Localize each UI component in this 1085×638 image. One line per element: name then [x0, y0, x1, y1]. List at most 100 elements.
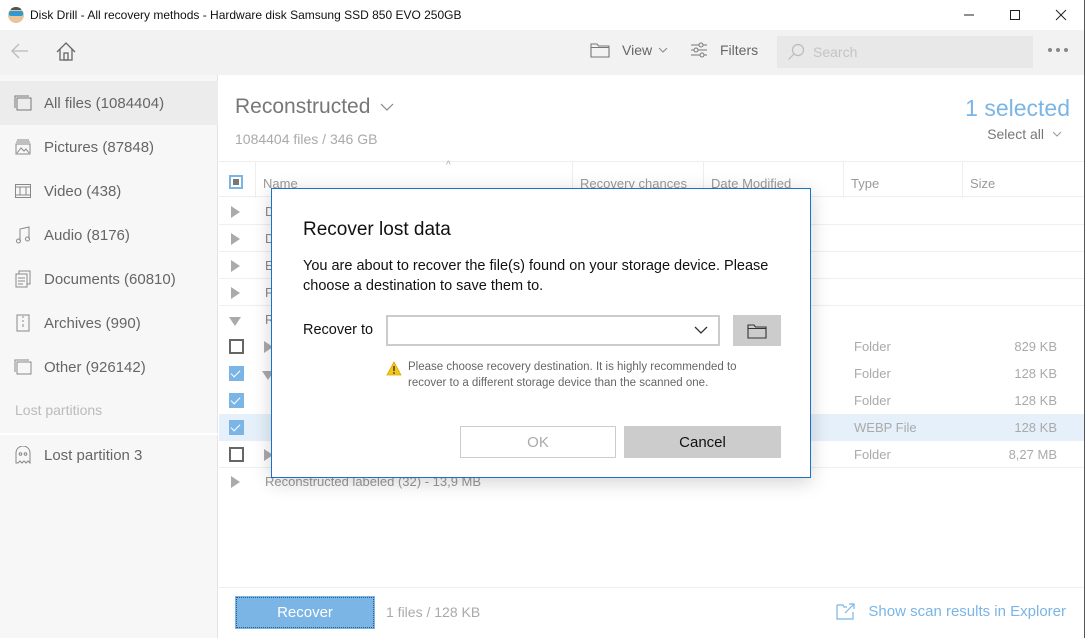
sidebar-item-other[interactable]: Other (926142): [0, 345, 218, 389]
cancel-button[interactable]: Cancel: [624, 426, 781, 458]
row-checkbox[interactable]: [229, 339, 244, 354]
recover-button[interactable]: Recover: [235, 596, 375, 629]
expand-arrow-icon[interactable]: [231, 206, 240, 218]
filters-button[interactable]: Filters: [690, 42, 758, 58]
warning-icon: [386, 361, 402, 376]
row-type: Folder: [854, 447, 891, 462]
archives-icon: [14, 314, 32, 332]
folder-icon: [747, 323, 767, 339]
row-checkbox-checked[interactable]: [229, 366, 244, 381]
audio-icon: [14, 226, 32, 244]
chevron-down-icon: [1052, 131, 1062, 137]
sidebar-item-pictures[interactable]: Pictures (87848): [0, 125, 218, 169]
row-size: 128 KB: [1014, 366, 1057, 381]
expand-arrow-icon[interactable]: [231, 233, 240, 245]
chevron-down-icon: [380, 103, 394, 111]
window-controls: [946, 0, 1084, 30]
sidebar-item-lost-partition-3[interactable]: Lost partition 3: [0, 433, 218, 477]
select-all-checkbox[interactable]: [229, 175, 243, 189]
row-checkbox[interactable]: [229, 447, 244, 462]
close-button[interactable]: [1038, 0, 1084, 30]
select-all-dropdown[interactable]: Select all: [987, 126, 1062, 142]
lost-partitions-heading: Lost partitions: [15, 402, 103, 418]
open-external-icon: [836, 603, 856, 620]
sort-ascending-icon: ^: [446, 160, 451, 171]
select-all-label: Select all: [987, 126, 1044, 142]
recover-dialog: Recover lost data You are about to recov…: [271, 188, 811, 478]
sidebar-item-audio[interactable]: Audio (8176): [0, 213, 218, 257]
row-checkbox-checked[interactable]: [229, 420, 244, 435]
maximize-button[interactable]: [992, 0, 1038, 30]
sidebar-item-video[interactable]: Video (438): [0, 169, 218, 213]
selected-count: 1 selected: [965, 95, 1070, 121]
search-icon: [788, 43, 805, 60]
folder-summary: 1084404 files / 346 GB: [235, 131, 378, 147]
chevron-down-icon: [694, 326, 708, 334]
show-in-explorer-link[interactable]: Show scan results in Explorer: [836, 602, 1066, 620]
row-checkbox-checked[interactable]: [229, 393, 244, 408]
chevron-down-icon: [658, 47, 668, 53]
warning-text: Please choose recovery destination. It i…: [408, 361, 737, 389]
close-icon: [1055, 9, 1067, 21]
dialog-title: Recover lost data: [303, 219, 451, 240]
row-size: 128 KB: [1014, 393, 1057, 408]
filters-label: Filters: [720, 42, 759, 58]
filters-icon: [691, 42, 707, 58]
row-type: WEBP File: [854, 420, 917, 435]
row-size: 128 KB: [1014, 420, 1057, 435]
column-size[interactable]: Size: [962, 162, 1084, 198]
all-files-icon: [14, 94, 32, 112]
ok-button[interactable]: OK: [460, 426, 616, 458]
view-button[interactable]: View: [590, 42, 668, 58]
sidebar-item-label: Other (926142): [44, 358, 146, 376]
show-in-explorer-label: Show scan results in Explorer: [868, 602, 1066, 620]
title-bar: Disk Drill - All recovery methods - Hard…: [0, 0, 1084, 30]
folder-icon: [590, 43, 610, 58]
row-type: Folder: [854, 366, 891, 381]
sidebar: All files (1084404) Pictures (87848) Vid…: [0, 75, 218, 638]
row-type: Folder: [854, 339, 891, 354]
back-arrow-icon: [11, 43, 28, 59]
dot-icon: [1056, 48, 1060, 52]
expand-arrow-icon[interactable]: [231, 260, 240, 272]
sidebar-item-label: Documents (60810): [44, 270, 176, 288]
selected-files-info: 1 files / 128 KB: [386, 604, 481, 620]
column-label: Size: [970, 176, 996, 191]
recover-to-dropdown[interactable]: [386, 315, 720, 346]
documents-icon: [14, 270, 32, 288]
expand-arrow-icon[interactable]: [231, 287, 240, 299]
dot-icon: [1048, 48, 1052, 52]
search-input[interactable]: [813, 44, 1013, 60]
back-button[interactable]: [10, 41, 32, 63]
toolbar: View Filters: [0, 30, 1084, 75]
recover-to-label: Recover to: [303, 322, 374, 338]
folder-title-dropdown[interactable]: Reconstructed: [235, 95, 394, 119]
app-window: Disk Drill - All recovery methods - Hard…: [0, 0, 1085, 638]
row-size: 829 KB: [1014, 339, 1057, 354]
home-button[interactable]: [54, 40, 78, 64]
more-options-button[interactable]: [1048, 48, 1068, 52]
window-title: Disk Drill - All recovery methods - Hard…: [30, 8, 462, 22]
minimize-button[interactable]: [946, 0, 992, 30]
ghost-icon: [14, 446, 32, 464]
sidebar-item-all-files[interactable]: All files (1084404): [0, 81, 218, 125]
collapse-arrow-icon[interactable]: [229, 317, 241, 326]
browse-folder-button[interactable]: [733, 315, 781, 346]
video-icon: [14, 182, 32, 200]
disk-drill-logo-icon: [8, 7, 24, 23]
bottom-bar: Recover 1 files / 128 KB Show scan resul…: [219, 587, 1084, 638]
pictures-icon: [14, 138, 32, 156]
sidebar-item-archives[interactable]: Archives (990): [0, 301, 218, 345]
expand-arrow-icon[interactable]: [231, 476, 240, 488]
maximize-icon: [1010, 10, 1020, 20]
minimize-icon: [964, 14, 974, 16]
column-type[interactable]: Type: [843, 162, 963, 198]
row-type: Folder: [854, 393, 891, 408]
other-icon: [14, 358, 32, 376]
view-label: View: [622, 42, 653, 58]
sidebar-item-label: Lost partition 3: [44, 446, 143, 464]
column-label: Type: [851, 176, 880, 191]
dot-icon: [1064, 48, 1068, 52]
sidebar-item-documents[interactable]: Documents (60810): [0, 257, 218, 301]
sidebar-item-label: All files (1084404): [44, 94, 165, 112]
